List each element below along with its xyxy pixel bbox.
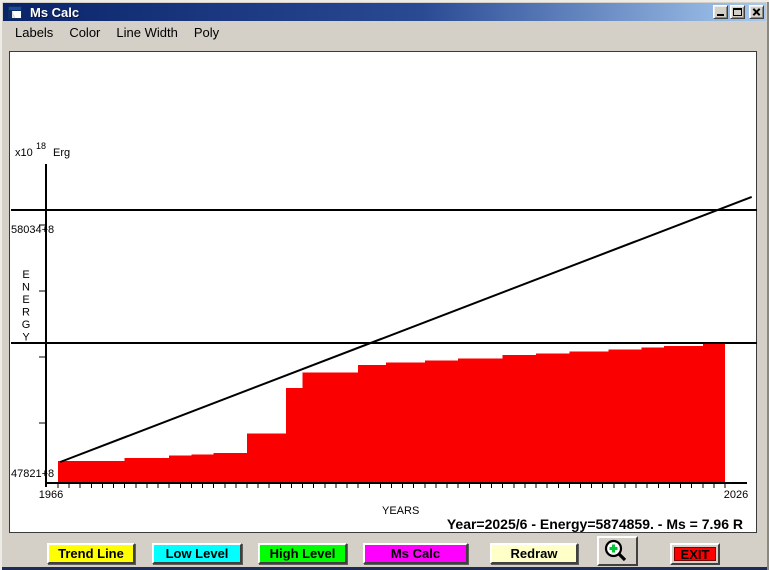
minimize-icon [717, 14, 724, 16]
menu-bar: Labels Color Line Width Poly [3, 22, 766, 42]
y-axis-title-letter: Y [22, 332, 30, 344]
menu-labels[interactable]: Labels [7, 23, 61, 42]
redraw-button[interactable]: Redraw [490, 543, 578, 564]
maximize-icon [733, 8, 742, 16]
exit-button-face: EXIT [674, 547, 716, 561]
app-window: Ms Calc Labels Color Line Width Poly x10… [0, 0, 769, 570]
y-tick-label-low: 47821+8 [11, 468, 54, 480]
energy-chart: x10 18 Erg 58034+8 47821+8 ENERGY 1966 2… [10, 52, 758, 534]
high-level-button-label: High Level [270, 546, 336, 561]
exit-button-label: EXIT [681, 547, 710, 562]
trend-line-button-label: Trend Line [58, 546, 124, 561]
low-level-button-label: Low Level [166, 546, 229, 561]
y-unit-prefix: x10 [15, 147, 33, 159]
energy-step-area [58, 344, 725, 483]
chart-canvas[interactable]: x10 18 Erg 58034+8 47821+8 ENERGY 1966 2… [9, 51, 757, 533]
y-axis-title-letter: G [22, 319, 31, 331]
y-axis-title-letter: R [22, 307, 30, 319]
window-title: Ms Calc [30, 5, 713, 20]
menu-line-width[interactable]: Line Width [108, 23, 185, 42]
magnifier-plus-icon [603, 538, 629, 564]
title-bar[interactable]: Ms Calc [3, 3, 766, 21]
y-axis-title-letter: N [22, 282, 30, 294]
low-level-button[interactable]: Low Level [152, 543, 242, 564]
ms-calc-button[interactable]: Ms Calc [363, 543, 468, 564]
y-tick-label-high: 58034+8 [11, 224, 54, 236]
app-icon [8, 6, 22, 19]
minimize-button[interactable] [713, 5, 728, 19]
redraw-button-label: Redraw [511, 546, 558, 561]
menu-color[interactable]: Color [61, 23, 108, 42]
x-axis-title: YEARS [382, 505, 419, 517]
menu-poly[interactable]: Poly [186, 23, 227, 42]
y-axis-title: ENERGY [22, 269, 31, 344]
maximize-button[interactable] [730, 5, 745, 19]
trend-line-button[interactable]: Trend Line [47, 543, 135, 564]
window-controls [713, 5, 764, 19]
y-axis-title-letter: E [22, 294, 29, 306]
zoom-button[interactable] [597, 536, 638, 566]
x-tick-label-right: 2026 [724, 489, 748, 501]
high-level-button[interactable]: High Level [258, 543, 347, 564]
y-unit-exponent: 18 [36, 141, 46, 151]
x-tick-label-left: 1966 [39, 489, 63, 501]
exit-button[interactable]: EXIT [670, 543, 720, 565]
status-readout: Year=2025/6 - Energy=5874859. - Ms = 7.9… [447, 516, 743, 532]
y-axis-title-letter: E [22, 269, 29, 281]
close-button[interactable] [749, 5, 764, 19]
close-icon [750, 6, 763, 18]
ms-calc-button-label: Ms Calc [391, 546, 440, 561]
y-unit-suffix: Erg [53, 147, 70, 159]
